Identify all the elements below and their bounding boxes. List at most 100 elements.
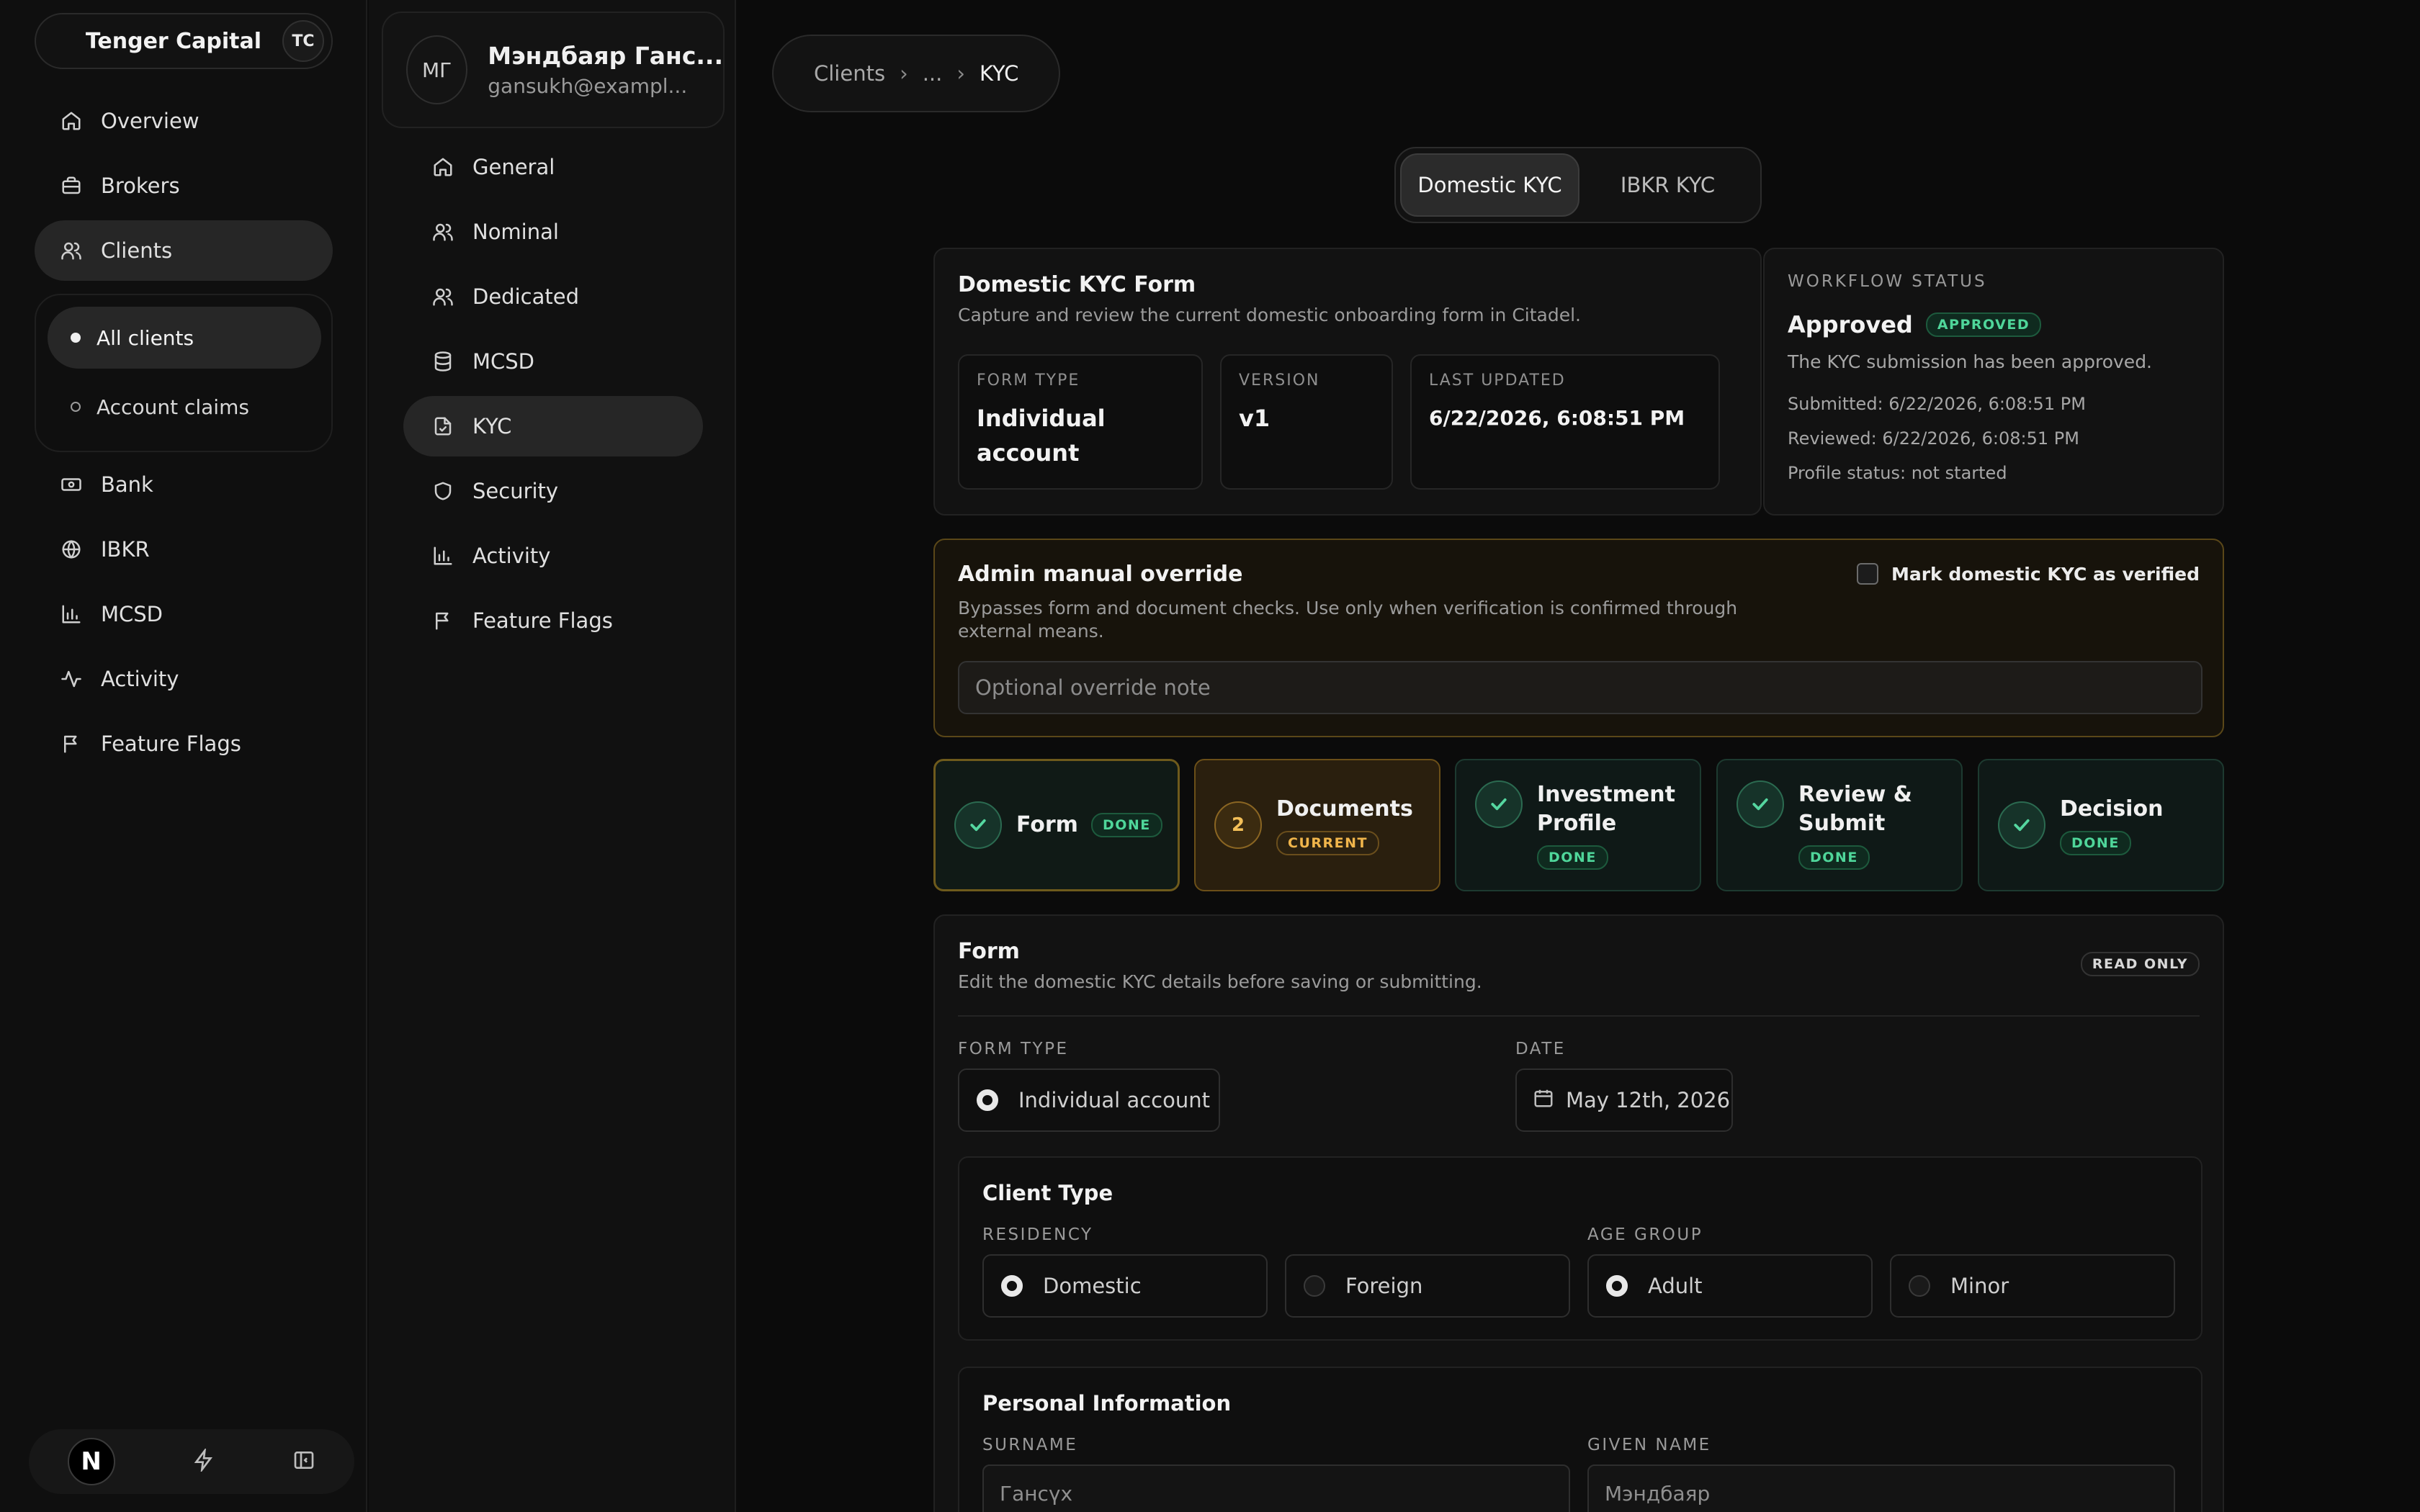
- workflow-message: The KYC submission has been approved.: [1788, 351, 2153, 372]
- form-type-radio[interactable]: Individual account: [958, 1068, 1220, 1132]
- divider: [958, 1015, 2200, 1017]
- users-icon: [431, 220, 455, 244]
- client-nav: General Nominal Dedicated MCSD KYC Secur…: [403, 137, 703, 655]
- client-nav-dedicated[interactable]: Dedicated: [403, 266, 703, 327]
- nav-item-brokers[interactable]: Brokers: [35, 156, 333, 216]
- step-title: Investment Profile: [1537, 782, 1675, 836]
- step-decision[interactable]: Decision DONE: [1978, 759, 2224, 891]
- nav-item-overview[interactable]: Overview: [35, 91, 333, 151]
- step-documents[interactable]: 2 Documents CURRENT: [1194, 759, 1440, 891]
- nav-label: MCSD: [101, 602, 163, 626]
- client-nav-kyc[interactable]: KYC: [403, 396, 703, 456]
- nav-label: General: [472, 155, 555, 179]
- workflow-label: WORKFLOW STATUS: [1788, 272, 1987, 291]
- nav-label: Brokers: [101, 174, 180, 198]
- nav-label: MCSD: [472, 349, 535, 374]
- subnav-account-claims[interactable]: Account claims: [48, 376, 321, 438]
- app-sidebar: Tenger Capital TC Overview Brokers Clien…: [0, 0, 367, 1512]
- nav-item-bank[interactable]: Bank: [35, 454, 333, 515]
- shield-icon: [431, 479, 455, 503]
- check-icon: [1736, 780, 1784, 828]
- client-nav-general[interactable]: General: [403, 137, 703, 197]
- check-icon: [954, 801, 1002, 849]
- read-only-badge: READ ONLY: [2080, 952, 2200, 976]
- sidebar-toggle-icon[interactable]: [292, 1449, 315, 1475]
- kyc-form-title: Domestic KYC Form: [958, 272, 1196, 297]
- form-type-value: Individual account: [977, 405, 1106, 467]
- age-minor[interactable]: Minor: [1890, 1254, 2175, 1318]
- client-email: gansukh@exampl...: [488, 74, 688, 98]
- subnav-label: Account claims: [97, 395, 249, 419]
- radio-selected-icon: [977, 1089, 998, 1111]
- check-icon: [1475, 780, 1523, 828]
- verify-checkbox-row[interactable]: Mark domestic KYC as verified: [1856, 563, 2200, 585]
- sidebar-footer: N: [29, 1429, 354, 1494]
- tab-domestic-kyc[interactable]: Domestic KYC: [1400, 153, 1579, 217]
- client-nav-nominal[interactable]: Nominal: [403, 202, 703, 262]
- client-type-section: Client Type RESIDENCY Domestic Foreign A…: [958, 1156, 2202, 1341]
- avatar: МГ: [406, 35, 468, 104]
- option-label: Adult: [1648, 1274, 1703, 1298]
- home-icon: [59, 109, 84, 133]
- residency-foreign[interactable]: Foreign: [1285, 1254, 1570, 1318]
- subnav-all-clients[interactable]: All clients: [48, 307, 321, 369]
- nav-item-mcsd[interactable]: MCSD: [35, 584, 333, 644]
- status-badge: DONE: [2060, 831, 2131, 855]
- kyc-tabs: Domestic KYC IBKR KYC: [1394, 147, 1762, 223]
- nav-item-ibkr[interactable]: IBKR: [35, 519, 333, 580]
- form-type-box: FORM TYPE Individual account: [958, 354, 1203, 490]
- verify-checkbox-label: Mark domestic KYC as verified: [1891, 563, 2200, 585]
- nav-item-feature-flags[interactable]: Feature Flags: [35, 714, 333, 774]
- workflow-profile: Profile status: not started: [1788, 463, 2007, 483]
- override-note-input[interactable]: Optional override note: [958, 661, 2202, 714]
- step-form[interactable]: Form DONE: [933, 759, 1180, 891]
- breadcrumb-ellipsis[interactable]: ...: [923, 61, 943, 86]
- verify-checkbox[interactable]: [1856, 563, 1878, 585]
- breadcrumb: Clients › ... › KYC: [772, 35, 1061, 112]
- nextjs-logo[interactable]: N: [67, 1438, 115, 1485]
- status-badge: CURRENT: [1276, 831, 1379, 855]
- status-badge: DONE: [1090, 813, 1162, 837]
- globe-icon: [59, 537, 84, 562]
- workflow-submitted: Submitted: 6/22/2026, 6:08:51 PM: [1788, 394, 2086, 414]
- date-picker[interactable]: May 12th, 2026: [1515, 1068, 1733, 1132]
- step-investment-profile[interactable]: Investment Profile DONE: [1455, 759, 1701, 891]
- radio-selected-icon: [1001, 1275, 1023, 1297]
- bar-chart-icon: [431, 544, 455, 568]
- file-check-icon: [431, 414, 455, 438]
- nav-item-activity[interactable]: Activity: [35, 649, 333, 709]
- residency-domestic[interactable]: Domestic: [982, 1254, 1268, 1318]
- radio-selected-icon: [1606, 1275, 1628, 1297]
- given-name-input[interactable]: Мэндбаяр: [1587, 1464, 2175, 1512]
- activity-icon: [59, 667, 84, 691]
- chevron-right-icon: ›: [900, 61, 908, 86]
- surname-input[interactable]: Гансүх: [982, 1464, 1570, 1512]
- org-name: Tenger Capital: [85, 28, 262, 54]
- workflow-reviewed: Reviewed: 6/22/2026, 6:08:51 PM: [1788, 428, 2079, 449]
- org-switcher[interactable]: Tenger Capital TC: [35, 13, 333, 69]
- nav-label: Nominal: [472, 220, 559, 244]
- bullet-icon: [71, 402, 81, 412]
- last-updated-value: 6/22/2026, 6:08:51 PM: [1429, 406, 1685, 430]
- personal-info-section: Personal Information SURNAME Гансүх GIVE…: [958, 1367, 2202, 1512]
- kyc-form-card: Domestic KYC Form Capture and review the…: [933, 248, 1762, 516]
- client-nav-mcsd[interactable]: MCSD: [403, 331, 703, 392]
- users-icon: [431, 284, 455, 309]
- tab-ibkr-kyc[interactable]: IBKR KYC: [1579, 153, 1756, 217]
- age-adult[interactable]: Adult: [1587, 1254, 1873, 1318]
- client-header: МГ Мэндбаяр Ганс... gansukh@exampl...: [382, 12, 725, 128]
- client-nav-feature-flags[interactable]: Feature Flags: [403, 590, 703, 651]
- nav-label: Security: [472, 479, 559, 503]
- client-nav-activity[interactable]: Activity: [403, 526, 703, 586]
- nav-label: Dedicated: [472, 284, 579, 309]
- database-icon: [431, 349, 455, 374]
- workflow-status-card: WORKFLOW STATUS Approved APPROVED The KY…: [1763, 248, 2224, 516]
- step-review-submit[interactable]: Review & Submit DONE: [1716, 759, 1963, 891]
- option-label: Foreign: [1345, 1274, 1423, 1298]
- lightning-icon[interactable]: [192, 1446, 215, 1475]
- client-nav-security[interactable]: Security: [403, 461, 703, 521]
- client-sidebar: МГ Мэндбаяр Ганс... gansukh@exampl... Ge…: [369, 0, 736, 1512]
- nav-item-clients[interactable]: Clients: [35, 220, 333, 281]
- step-number: 2: [1214, 801, 1262, 849]
- breadcrumb-clients[interactable]: Clients: [814, 61, 885, 86]
